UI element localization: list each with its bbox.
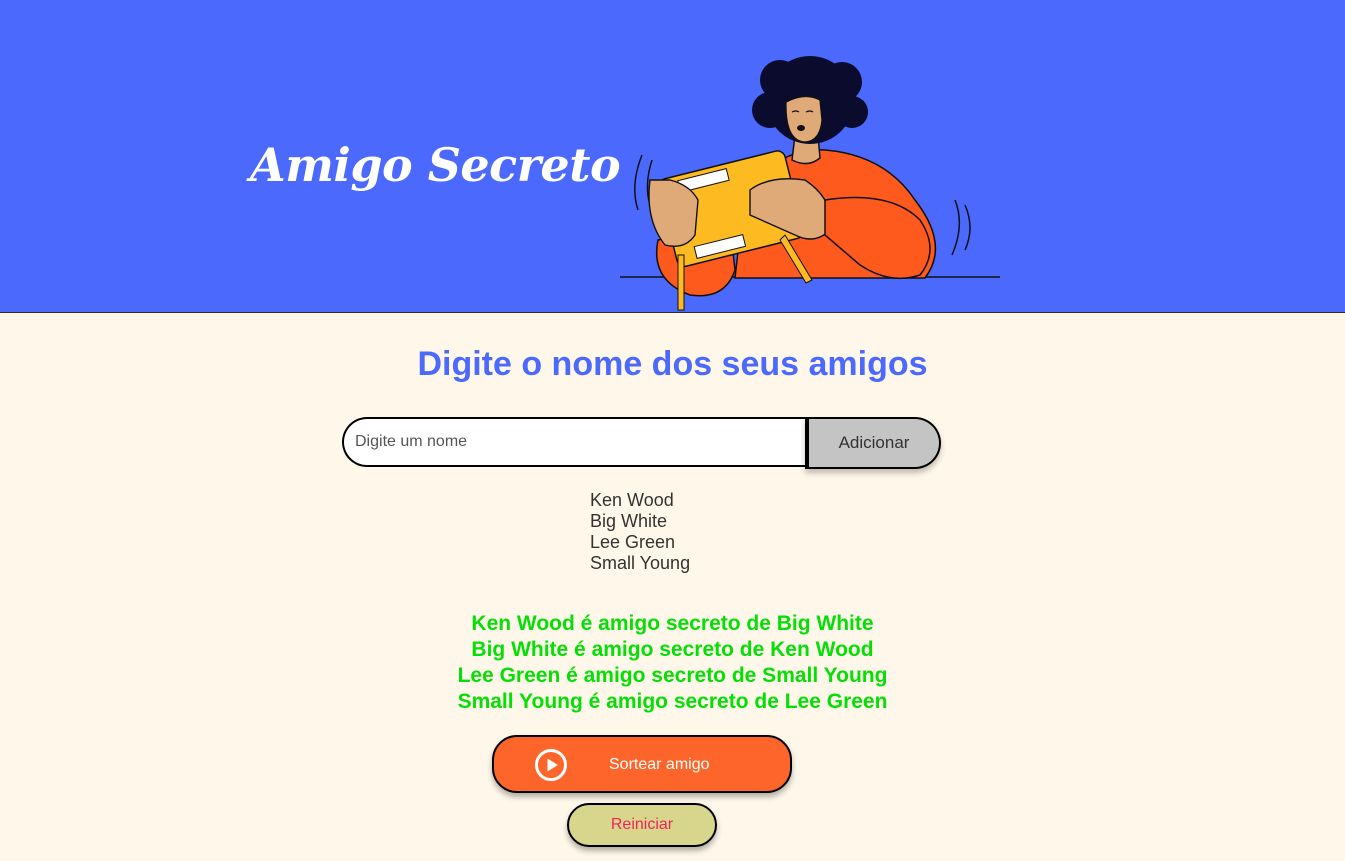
- main-content: Digite o nome dos seus amigos Adicionar …: [0, 313, 1345, 861]
- add-button[interactable]: Adicionar: [805, 417, 941, 469]
- section-subtitle: Digite o nome dos seus amigos: [417, 345, 928, 383]
- list-item: Big White: [590, 511, 668, 531]
- result-item: Big White é amigo secreto de Ken Wood: [471, 638, 874, 661]
- list-item: Small Young: [590, 553, 691, 573]
- draw-button-label: Sortear amigo: [609, 756, 710, 773]
- add-friend-form: Adicionar: [342, 417, 942, 471]
- list-item: Ken Wood: [590, 490, 674, 510]
- play-circle-icon: [535, 749, 567, 781]
- result-item: Ken Wood é amigo secreto de Big White: [471, 612, 874, 635]
- reset-button[interactable]: Reiniciar: [567, 803, 717, 847]
- name-input[interactable]: [342, 417, 805, 467]
- result-item: Small Young é amigo secreto de Lee Green: [457, 690, 888, 713]
- page-title: Amigo Secreto: [250, 138, 621, 192]
- person-opening-gift-illustration: [620, 56, 1000, 311]
- draw-button[interactable]: Sortear amigo: [492, 735, 792, 793]
- result-item: Lee Green é amigo secreto de Small Young: [457, 664, 888, 687]
- header-banner: Amigo Secreto: [0, 0, 1345, 313]
- friend-list: Ken Wood Big White Lee Green Small Young: [590, 490, 690, 574]
- list-item: Lee Green: [590, 532, 676, 552]
- result-list: Ken Wood é amigo secreto de Big White Bi…: [0, 611, 1345, 715]
